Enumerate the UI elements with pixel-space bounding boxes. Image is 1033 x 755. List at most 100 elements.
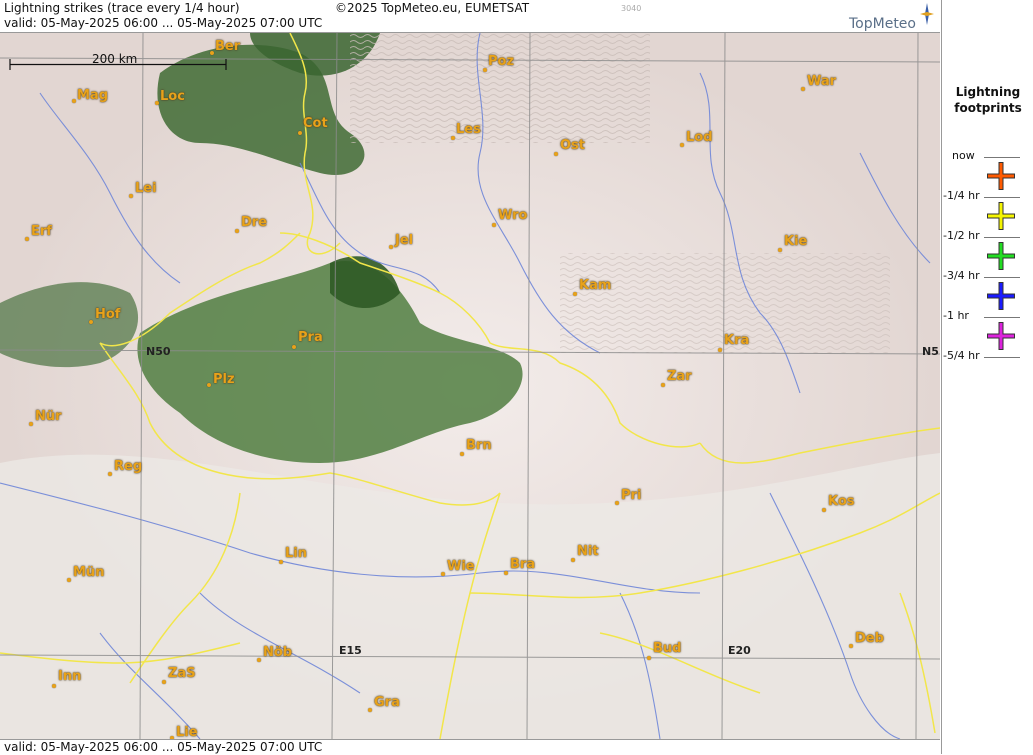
legend-title: Lightning footprints: [942, 84, 1033, 116]
city-label-zar: Zar: [667, 369, 692, 384]
city-dot: [451, 136, 455, 140]
city-dot: [129, 194, 133, 198]
city-dot: [162, 680, 166, 684]
coord-label-e20: E20: [728, 644, 751, 657]
city-label-pra: Pra: [298, 330, 323, 345]
footer-bar: valid: 05-May-2025 06:00 ... 05-May-2025…: [0, 739, 940, 755]
city-dot: [298, 131, 302, 135]
city-dot: [52, 684, 56, 688]
city-dot: [661, 383, 665, 387]
city-label-mun: Mün: [73, 565, 105, 580]
valid-time-header: valid: 05-May-2025 06:00 ... 05-May-2025…: [4, 16, 323, 30]
city-dot: [554, 152, 558, 156]
city-label-deb: Deb: [855, 631, 884, 646]
lightning-cross-icon-magenta: [987, 322, 1015, 350]
city-label-nit: Nit: [577, 544, 599, 559]
logo-text: TopMeteo: [849, 16, 916, 32]
city-label-kra: Kra: [724, 333, 750, 348]
city-dot: [389, 245, 393, 249]
city-dot: [89, 320, 93, 324]
map-code: 3040: [621, 4, 642, 13]
legend-divider: [984, 157, 1020, 158]
city-label-zas: ZaS: [168, 666, 196, 681]
city-dot: [778, 248, 782, 252]
legend-divider: [984, 357, 1020, 358]
city-label-kos: Kos: [828, 494, 855, 509]
lightning-cross-icon-orange: [987, 162, 1015, 190]
city-label-cot: Cot: [303, 116, 328, 131]
lightning-cross-icon-yellow: [987, 202, 1015, 230]
city-dot: [155, 101, 159, 105]
city-dot: [849, 644, 853, 648]
city-dot: [29, 422, 33, 426]
legend-divider: [984, 197, 1020, 198]
satellite-map[interactable]: 200 km N50 N5 E15 E20 Ber Poz War Mag Lo…: [0, 33, 940, 739]
city-label-nur: Nür: [35, 409, 62, 424]
legend-divider: [984, 277, 1020, 278]
city-dot: [257, 658, 261, 662]
city-label-bra: Bra: [510, 557, 536, 572]
city-label-loc: Loc: [160, 89, 185, 104]
city-label-ost: Ost: [560, 138, 586, 153]
city-dot: [801, 87, 805, 91]
city-label-wie: Wie: [447, 559, 475, 574]
city-dot: [615, 501, 619, 505]
city-label-kie: Kie: [784, 234, 808, 249]
city-label-hof: Hof: [95, 307, 121, 322]
header-bar: Lightning strikes (trace every 1/4 hour)…: [0, 0, 940, 33]
city-dot: [235, 229, 239, 233]
lightning-cross-icon-blue: [987, 282, 1015, 310]
lightning-cross-icon-green: [987, 242, 1015, 270]
compass-icon: [920, 3, 934, 25]
city-dot: [25, 237, 29, 241]
coord-label-e15: E15: [339, 644, 362, 657]
city-label-plz: Plz: [213, 372, 235, 387]
topmeteo-logo[interactable]: TopMeteo: [834, 3, 934, 32]
city-dot: [504, 571, 508, 575]
legend-label-half: -1/2 hr: [943, 229, 980, 242]
city-label-jel: Jel: [395, 233, 414, 248]
city-label-reg: Reg: [114, 459, 143, 474]
city-dot: [67, 578, 71, 582]
city-label-mag: Mag: [77, 88, 109, 103]
legend-panel: Lightning footprints now -1/4 hr -1/2 hr…: [941, 0, 1033, 754]
city-label-pri: Pri: [621, 488, 642, 503]
copyright-text: ©2025 TopMeteo.eu, EUMETSAT: [335, 1, 530, 15]
city-label-lin: Lin: [285, 546, 307, 561]
city-dot: [718, 348, 722, 352]
legend-label-now: now: [952, 149, 975, 162]
city-dot: [573, 292, 577, 296]
coord-label-n5: N5: [922, 345, 939, 358]
coord-label-n50: N50: [146, 345, 171, 358]
legend-label-quarter: -1/4 hr: [943, 189, 980, 202]
city-label-lei: Lei: [135, 181, 157, 196]
city-label-lie: Lie: [176, 725, 198, 739]
city-dot: [571, 558, 575, 562]
city-dot: [368, 708, 372, 712]
city-dot: [72, 99, 76, 103]
city-label-lod: Lod: [686, 130, 713, 145]
city-label-gra: Gra: [374, 695, 400, 710]
city-dot: [647, 656, 651, 660]
city-dot: [279, 560, 283, 564]
city-label-wro: Wro: [498, 208, 528, 223]
city-label-war: War: [807, 74, 837, 89]
map-layer: [0, 33, 940, 739]
city-label-kam: Kam: [579, 278, 612, 293]
scale-bar-label: 200 km: [92, 52, 138, 66]
city-dot: [460, 452, 464, 456]
city-dot: [108, 472, 112, 476]
city-label-dre: Dre: [241, 215, 268, 230]
city-dot: [292, 345, 296, 349]
city-label-inn: Inn: [58, 669, 82, 684]
legend-divider: [984, 317, 1020, 318]
legend-label-five-quarter: -5/4 hr: [943, 349, 980, 362]
legend-label-three-quarter: -3/4 hr: [943, 269, 980, 282]
city-dot: [210, 51, 214, 55]
city-dot: [207, 383, 211, 387]
city-dot: [441, 572, 445, 576]
city-dot: [492, 223, 496, 227]
legend-title-line2: footprints: [954, 101, 1022, 115]
city-dot: [822, 508, 826, 512]
city-label-les: Les: [456, 122, 481, 137]
